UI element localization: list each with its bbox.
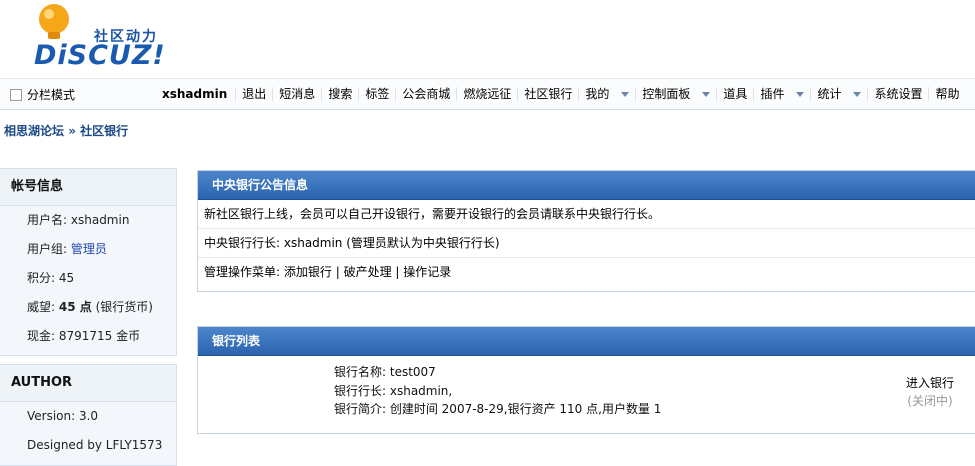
- enter-bank-link[interactable]: 进入银行: [906, 374, 954, 392]
- menu-help[interactable]: 帮助: [929, 87, 965, 101]
- prestige-value: 45 点: [58, 300, 92, 314]
- points-value: 45: [58, 271, 75, 285]
- menu-logout[interactable]: 退出: [236, 87, 274, 101]
- bankruptcy-link[interactable]: 破产处理: [344, 265, 392, 279]
- author-title: AUTHOR: [0, 365, 176, 402]
- username-label: 用户名:: [27, 213, 68, 227]
- username-row: 用户名: xshadmin: [0, 206, 176, 235]
- username-value: xshadmin: [70, 213, 130, 227]
- chevron-down-icon: [796, 91, 805, 97]
- discuz-logo[interactable]: 社区动力 DiSCUZ!: [34, 2, 184, 72]
- menu-items[interactable]: 道具: [717, 87, 755, 101]
- menu-mine[interactable]: 我的: [579, 87, 637, 101]
- cash-value: 8791715 金币: [58, 329, 141, 343]
- menu-mine-label: 我的: [585, 87, 610, 101]
- add-bank-link[interactable]: 添加银行: [284, 265, 332, 279]
- prestige-row: 威望: 45 点 (银行货币): [0, 293, 176, 322]
- breadcrumb-home[interactable]: 相思湖论坛: [4, 124, 64, 138]
- breadcrumb-separator: »: [68, 124, 76, 138]
- author-panel: AUTHOR Version: 3.0 Designed by LFLY1573: [0, 364, 177, 466]
- split-mode-toggle[interactable]: 分栏模式: [10, 86, 75, 103]
- menu-community-bank[interactable]: 社区银行: [518, 87, 580, 101]
- split-mode-checkbox[interactable]: [10, 88, 22, 101]
- admin-actions-row: 管理操作菜单: 添加银行 | 破产处理 | 操作记录: [204, 265, 452, 279]
- breadcrumb-current[interactable]: 社区银行: [80, 124, 128, 138]
- menu-system-settings[interactable]: 系统设置: [868, 87, 930, 101]
- chevron-down-icon: [621, 91, 630, 97]
- menu-stats-label: 统计: [817, 87, 842, 101]
- chevron-down-icon: [853, 91, 862, 97]
- logo-brand: DiSCUZ!: [34, 40, 166, 71]
- menu-tags[interactable]: 标签: [359, 87, 397, 101]
- menu-messages[interactable]: 短消息: [273, 87, 323, 101]
- menu-search[interactable]: 搜索: [322, 87, 360, 101]
- menu-username[interactable]: xshadmin: [156, 87, 237, 101]
- author-version: Version: 3.0: [27, 409, 99, 423]
- menu-stats[interactable]: 统计: [811, 87, 869, 101]
- menu-control-panel-label: 控制面板: [642, 87, 691, 101]
- admin-actions-label: 管理操作菜单:: [204, 265, 281, 279]
- main-menu: xshadmin 退出 短消息 搜索 标签 公会商城 燃烧远征 社区银行 我的 …: [156, 79, 966, 109]
- prestige-label: 威望:: [27, 300, 56, 314]
- bank-list-panel: 银行列表 银行名称: test007 银行行长: xshadmin, 银行简介:…: [197, 326, 975, 434]
- notice-line-1: 新社区银行上线，会员可以自己开设银行，需要开设银行的会员请联系中央银行行长。: [198, 200, 975, 229]
- breadcrumb: 相思湖论坛 » 社区银行: [4, 122, 128, 139]
- usergroup-link[interactable]: 管理员: [71, 242, 107, 256]
- cash-label: 现金:: [27, 329, 56, 343]
- author-designer: Designed by LFLY1573: [27, 438, 163, 452]
- operation-log-link[interactable]: 操作记录: [403, 265, 451, 279]
- bank-intro: 银行简介: 创建时间 2007-8-29,银行资产 110 点,用户数量 1: [334, 402, 662, 416]
- usergroup-label: 用户组:: [27, 242, 68, 256]
- menu-plugins[interactable]: 插件: [754, 87, 812, 101]
- menu-burning-crusade[interactable]: 燃烧远征: [457, 87, 519, 101]
- points-label: 积分:: [27, 271, 56, 285]
- usergroup-row: 用户组: 管理员: [0, 235, 176, 264]
- menu-plugins-label: 插件: [760, 87, 785, 101]
- points-row: 积分: 45: [0, 264, 176, 293]
- lightbulb-icon: [39, 4, 69, 39]
- enter-bank-cell: 进入银行 (关闭中): [906, 374, 954, 410]
- notice-line-2: 中央银行行长: xshadmin (管理员默认为中央银行行长): [198, 229, 975, 258]
- prestige-unit: (银行货币): [95, 300, 153, 314]
- top-menubar: 分栏模式 xshadmin 退出 短消息 搜索 标签 公会商城 燃烧远征 社区银…: [0, 78, 975, 110]
- menu-guild-shop[interactable]: 公会商城: [396, 87, 458, 101]
- bank-status: (关闭中): [907, 394, 953, 408]
- bank-notice-title: 中央银行公告信息: [198, 171, 975, 200]
- bank-president: 银行行长: xshadmin,: [334, 383, 453, 398]
- bank-notice-panel: 中央银行公告信息 新社区银行上线，会员可以自己开设银行，需要开设银行的会员请联系…: [197, 170, 975, 292]
- bank-info: 银行名称: test007 银行行长: xshadmin, 银行简介: 创建时间…: [334, 363, 661, 419]
- account-info-panel: 帐号信息 用户名: xshadmin 用户组: 管理员 积分: 45 威望: 4…: [0, 168, 177, 356]
- cash-row: 现金: 8791715 金币: [0, 322, 176, 351]
- menu-control-panel[interactable]: 控制面板: [636, 87, 718, 101]
- bank-list-title: 银行列表: [198, 327, 975, 356]
- account-info-title: 帐号信息: [0, 169, 176, 206]
- bank-name: 银行名称: test007: [334, 365, 436, 379]
- chevron-down-icon: [702, 91, 711, 97]
- split-mode-label: 分栏模式: [27, 88, 76, 102]
